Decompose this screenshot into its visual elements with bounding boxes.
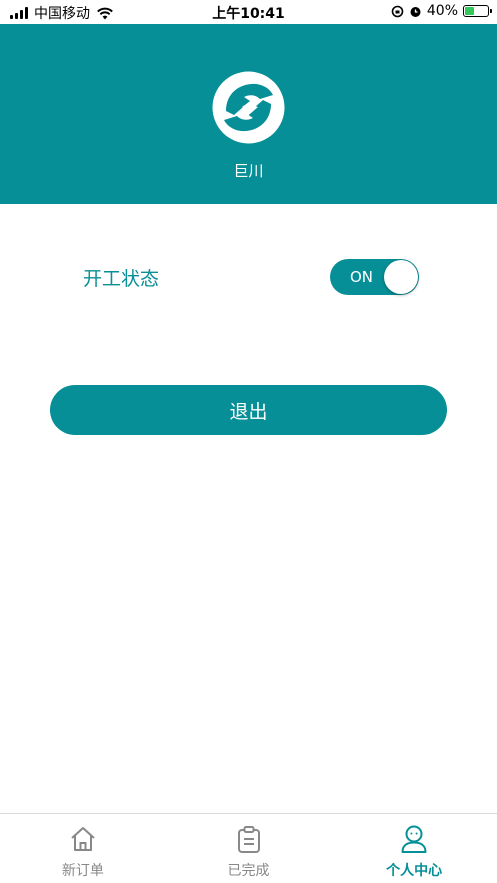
toggle-knob[interactable] [384,260,418,294]
tab-bar: 新订单 已完成 个人中心 [0,813,497,883]
tab-completed-label: 已完成 [227,863,270,879]
battery-fill [465,7,474,15]
battery-icon [463,5,492,17]
home-icon [71,827,95,851]
status-right: 40% [391,3,492,19]
tab-profile[interactable]: 个人中心 [331,814,497,883]
work-status-toggle[interactable]: ON [330,259,419,295]
person-icon [401,825,427,853]
toggle-on-text: ON [350,268,374,286]
logout-button[interactable]: 退出 [50,385,447,435]
profile-header: 巨川 [0,24,497,204]
tab-completed[interactable]: 已完成 [166,814,332,883]
tab-profile-label: 个人中心 [386,863,443,879]
alarm-icon [410,6,421,17]
clipboard-icon [237,826,260,853]
battery-percent: 40% [426,3,458,19]
work-status-label: 开工状态 [83,268,160,290]
company-name: 巨川 [233,162,264,180]
tab-new-orders-label: 新订单 [61,863,104,879]
orientation-lock-icon [391,5,404,17]
company-logo-icon [212,71,285,144]
tab-new-orders[interactable]: 新订单 [0,814,166,883]
status-bar: 中国移动 上午10:41 40% [0,0,497,24]
